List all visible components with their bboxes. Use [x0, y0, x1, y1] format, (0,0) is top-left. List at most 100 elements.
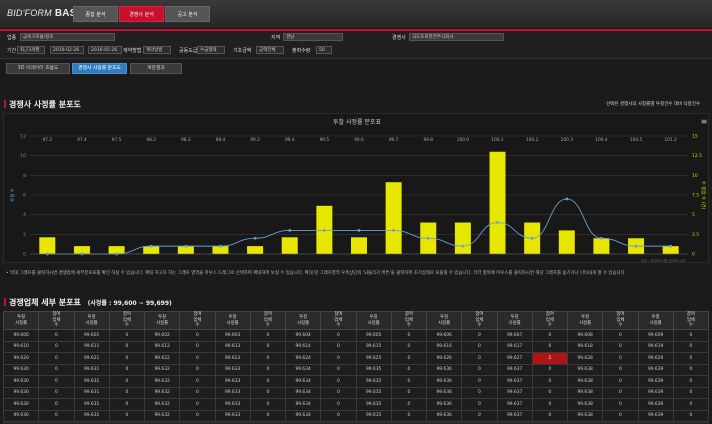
- cell-count[interactable]: 0: [38, 409, 75, 422]
- cell-count[interactable]: 0: [179, 329, 216, 342]
- cell-count[interactable]: 0: [320, 398, 357, 411]
- chart-bar[interactable]: [489, 151, 506, 254]
- cell-count[interactable]: 0: [320, 340, 357, 353]
- cell-count[interactable]: 0: [320, 409, 357, 422]
- cell-count[interactable]: 0: [179, 398, 216, 411]
- cell-count[interactable]: 0: [249, 363, 287, 376]
- cell-count[interactable]: 0: [602, 386, 639, 399]
- cell-count[interactable]: 0: [390, 352, 428, 365]
- chart-menu-icon[interactable]: ≡: [701, 117, 708, 126]
- cell-count[interactable]: 0: [531, 386, 569, 399]
- cell-count[interactable]: 0: [672, 329, 709, 342]
- cell-count[interactable]: 0: [390, 340, 428, 353]
- cell-count[interactable]: 0: [461, 398, 498, 411]
- cell-count[interactable]: 0: [108, 340, 146, 353]
- cell-count[interactable]: 0: [602, 329, 639, 342]
- cell-count[interactable]: 0: [108, 329, 146, 342]
- cell-count[interactable]: 0: [249, 398, 287, 411]
- cell-count[interactable]: 0: [390, 375, 428, 388]
- cell-count[interactable]: 0: [320, 363, 357, 376]
- cell-count[interactable]: 0: [461, 386, 498, 399]
- chart-bar[interactable]: [558, 230, 575, 254]
- grade-select[interactable]: 수급형태: [197, 46, 225, 54]
- cell-count[interactable]: 0: [249, 375, 287, 388]
- cell-count[interactable]: 0: [108, 386, 146, 399]
- cell-count[interactable]: 0: [320, 386, 357, 399]
- subtab-3d-flow[interactable]: 3D 이데이터 흐름도: [6, 63, 70, 74]
- chart-svg[interactable]: 투찰 사정률 분포표 ≡ 0 2 4 6 8 10 12 0 2.5 5 7.5 10 12.5 15 투찰 수…: [4, 114, 710, 264]
- chart-bar[interactable]: [351, 237, 367, 254]
- cell-count[interactable]: 0: [249, 352, 287, 365]
- cell-count[interactable]: 0: [108, 398, 146, 411]
- cell-count[interactable]: 0: [390, 409, 428, 422]
- cell-count[interactable]: 0: [390, 363, 428, 376]
- date-from-input[interactable]: 2016-02-26: [50, 46, 84, 54]
- cell-count[interactable]: 0: [249, 386, 287, 399]
- cell-count[interactable]: 0: [461, 375, 498, 388]
- cell-count[interactable]: 0: [38, 375, 75, 388]
- cell-count[interactable]: 0: [672, 375, 709, 388]
- logo[interactable]: BID'FORM BAS: [7, 8, 77, 19]
- cell-count[interactable]: 0: [672, 340, 709, 353]
- chart-bar[interactable]: [454, 222, 471, 254]
- chart-bar[interactable]: [39, 237, 56, 254]
- chart-bar[interactable]: [593, 238, 610, 254]
- cell-count[interactable]: 0: [531, 409, 569, 422]
- cell-count[interactable]: 0: [390, 329, 428, 342]
- cell-count[interactable]: 0: [320, 329, 357, 342]
- cell-count[interactable]: 0: [38, 386, 75, 399]
- cell-count[interactable]: 0: [672, 409, 709, 422]
- tab-competitor-analysis[interactable]: 경쟁사 분석: [119, 6, 164, 22]
- cell-count[interactable]: 0: [602, 340, 639, 353]
- cell-count[interactable]: 0: [108, 375, 146, 388]
- cell-count[interactable]: 0: [108, 363, 146, 376]
- cell-count-highlight[interactable]: 1: [531, 352, 569, 365]
- cell-count[interactable]: 0: [602, 409, 639, 422]
- cell-count[interactable]: 0: [602, 363, 639, 376]
- cell-count[interactable]: 0: [179, 386, 216, 399]
- cell-count[interactable]: 0: [249, 340, 287, 353]
- period-select[interactable]: 최근3개월: [17, 46, 45, 54]
- detail-table-wrap[interactable]: 투찰 사정률 참여 업체 수 투찰 사정률 참여 업체 수 투찰 사정률 참여 업체 수 투찰 사정률 참여 업체 수…: [3, 311, 709, 424]
- chart-bar[interactable]: [281, 237, 298, 254]
- contract-select[interactable]: 계약방법: [143, 46, 171, 54]
- cell-count[interactable]: 0: [179, 363, 216, 376]
- cell-count[interactable]: 0: [461, 340, 498, 353]
- cell-count[interactable]: 0: [108, 352, 146, 365]
- cell-count[interactable]: 0: [672, 363, 709, 376]
- cell-count[interactable]: 0: [461, 363, 498, 376]
- cell-count[interactable]: 0: [461, 352, 498, 365]
- cell-count[interactable]: 0: [320, 352, 357, 365]
- cell-count[interactable]: 0: [108, 409, 146, 422]
- cell-count[interactable]: 0: [38, 352, 75, 365]
- cell-count[interactable]: 0: [390, 386, 428, 399]
- subtab-result[interactable]: 계운결과: [130, 63, 182, 74]
- cell-count[interactable]: 0: [672, 398, 709, 411]
- region-field[interactable]: 경남: [283, 33, 343, 41]
- date-to-input[interactable]: 2016-05-26: [88, 46, 122, 54]
- cell-count[interactable]: 0: [461, 409, 498, 422]
- cell-count[interactable]: 0: [461, 329, 498, 342]
- cell-count[interactable]: 0: [602, 352, 639, 365]
- cell-count[interactable]: 0: [531, 329, 569, 342]
- tab-summary-analysis[interactable]: 종합 분석: [73, 6, 118, 22]
- cell-count[interactable]: 0: [179, 375, 216, 388]
- cell-count[interactable]: 0: [602, 398, 639, 411]
- chart-bar[interactable]: [385, 182, 402, 254]
- cell-count[interactable]: 0: [179, 340, 216, 353]
- chart-bar[interactable]: [247, 246, 264, 254]
- cell-count[interactable]: 0: [38, 398, 75, 411]
- cell-count[interactable]: 0: [249, 409, 287, 422]
- subtab-rate-distribution[interactable]: 경쟁사 사정률 분포도: [72, 63, 127, 74]
- upjong-field[interactable]: 금속구조물/창호: [20, 33, 115, 41]
- price-select[interactable]: 금액전체: [256, 46, 284, 54]
- cell-count[interactable]: 0: [531, 340, 569, 353]
- cell-count[interactable]: 0: [672, 352, 709, 365]
- cell-count[interactable]: 0: [390, 398, 428, 411]
- cell-count[interactable]: 0: [531, 375, 569, 388]
- cell-count[interactable]: 0: [179, 352, 216, 365]
- cell-count[interactable]: 0: [531, 398, 569, 411]
- tab-notice-analysis[interactable]: 공고 분석: [165, 6, 210, 22]
- cell-count[interactable]: 0: [249, 329, 287, 342]
- cell-count[interactable]: 0: [320, 375, 357, 388]
